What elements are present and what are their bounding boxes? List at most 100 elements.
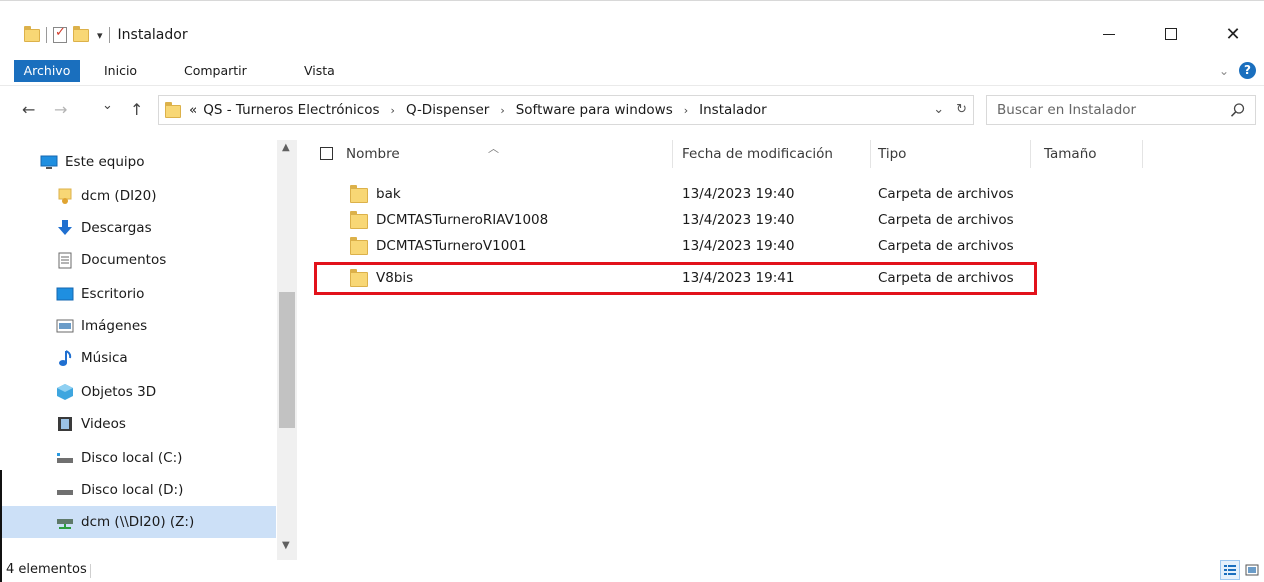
network-drive-icon (56, 514, 74, 530)
column-divider[interactable] (672, 140, 673, 168)
breadcrumb-chevron-icon[interactable]: › (684, 104, 688, 117)
column-divider[interactable] (870, 140, 871, 168)
breadcrumb-item[interactable]: Software para windows (516, 102, 673, 118)
sidebar-item-label: Descargas (81, 220, 152, 236)
column-header-label: Tamaño (1044, 146, 1097, 162)
forward-button[interactable]: → (54, 100, 67, 119)
table-row[interactable]: DCMTASTurneroV1001 13/4/2023 19:40 Carpe… (350, 234, 1030, 258)
sidebar-item-label: dcm (\\DI20) (Z:) (81, 514, 195, 530)
breadcrumb-chevron-icon[interactable]: › (500, 104, 504, 117)
sidebar-item-descargas[interactable]: Descargas (56, 212, 276, 244)
details-view-button[interactable] (1220, 560, 1240, 580)
column-header-tipo[interactable]: Tipo (878, 140, 1028, 168)
sidebar-item-imagenes[interactable]: Imágenes (56, 310, 276, 342)
column-header-label: Tipo (878, 146, 907, 162)
drive-icon (56, 450, 74, 466)
highlight-annotation-box (314, 262, 1037, 295)
sidebar-item-label: Este equipo (65, 154, 145, 170)
tab-archivo[interactable]: Archivo (14, 60, 80, 82)
sidebar-item-dcm[interactable]: dcm (DI20) (56, 180, 276, 212)
address-dropdown-icon[interactable]: ⌄ (933, 102, 944, 117)
desktop-icon (56, 286, 74, 302)
breadcrumb-item[interactable]: Instalador (699, 102, 767, 118)
table-row[interactable]: bak 13/4/2023 19:40 Carpeta de archivos (350, 182, 1030, 206)
properties-icon[interactable] (53, 25, 67, 43)
sidebar-item-dcm-z[interactable]: dcm (\\DI20) (Z:) (0, 506, 276, 538)
user-folder-icon (56, 188, 74, 204)
scroll-up-icon[interactable]: ▲ (282, 142, 290, 153)
up-button[interactable]: ↑ (130, 100, 143, 119)
sidebar-item-escritorio[interactable]: Escritorio (56, 278, 276, 310)
sidebar-item-musica[interactable]: Música (56, 342, 276, 374)
sidebar-item-label: Escritorio (81, 286, 145, 302)
ribbon-tabs: Archivo Inicio Compartir Vista ⌄ ? (0, 56, 1264, 86)
file-name: DCMTASTurneroV1001 (376, 238, 527, 254)
sidebar-scrollbar-thumb[interactable] (279, 292, 295, 428)
address-bar[interactable]: « QS - Turneros Electrónicos › Q-Dispens… (158, 95, 974, 125)
column-divider[interactable] (1030, 140, 1031, 168)
breadcrumb-item[interactable]: Q-Dispenser (406, 102, 489, 118)
column-header-nombre[interactable]: Nombre (346, 140, 676, 168)
maximize-button[interactable] (1140, 17, 1202, 51)
window-controls: ✕ (1078, 17, 1264, 51)
maximize-icon (1165, 28, 1177, 40)
navigation-bar: ← → ⌄ ↑ « QS - Turneros Electrónicos › Q… (0, 92, 1264, 128)
search-icon[interactable] (1230, 102, 1246, 118)
3d-objects-icon (56, 384, 74, 400)
sidebar-item-label: Disco local (D:) (81, 482, 184, 498)
breadcrumb-item[interactable]: QS - Turneros Electrónicos (203, 102, 379, 118)
toolbar-separator (46, 27, 47, 43)
tab-vista[interactable]: Vista (304, 60, 335, 82)
details-view-icon (1224, 565, 1236, 575)
file-date: 13/4/2023 19:40 (682, 238, 795, 254)
close-button[interactable]: ✕ (1202, 17, 1264, 51)
window-title: Instalador (117, 27, 188, 43)
expand-ribbon-chevron-icon[interactable]: ⌄ (1219, 64, 1229, 78)
refresh-icon[interactable]: ↻ (956, 102, 967, 117)
minimize-button[interactable] (1078, 17, 1140, 51)
large-icons-view-button[interactable] (1242, 560, 1262, 580)
sidebar-item-label: Videos (81, 416, 126, 432)
back-button[interactable]: ← (22, 100, 35, 119)
file-name: bak (376, 186, 401, 202)
help-icon[interactable]: ? (1239, 62, 1256, 79)
pictures-icon (56, 318, 74, 334)
file-type: Carpeta de archivos (878, 212, 1014, 228)
column-header-tamano[interactable]: Tamaño (1044, 140, 1144, 168)
sidebar-item-disco-c[interactable]: Disco local (C:) (56, 442, 276, 474)
sidebar-item-disco-d[interactable]: Disco local (D:) (56, 474, 276, 506)
breadcrumb-overflow[interactable]: « (189, 102, 197, 118)
column-header-fecha[interactable]: Fecha de modificación (682, 140, 872, 168)
column-header-label: Fecha de modificación (682, 146, 833, 162)
tab-inicio[interactable]: Inicio (104, 60, 137, 82)
select-all-checkbox[interactable] (320, 147, 333, 160)
sidebar-item-label: Disco local (C:) (81, 450, 183, 466)
search-box[interactable]: Buscar en Instalador (986, 95, 1256, 125)
sidebar-item-videos[interactable]: Videos (56, 408, 276, 440)
videos-icon (56, 416, 74, 432)
folder-icon (165, 102, 181, 118)
recent-locations-dropdown[interactable]: ⌄ (102, 98, 113, 113)
scroll-down-icon[interactable]: ▼ (282, 540, 290, 551)
file-date: 13/4/2023 19:40 (682, 212, 795, 228)
customize-toolbar-dropdown[interactable]: ▾ (97, 29, 103, 42)
new-folder-icon[interactable] (73, 25, 89, 42)
file-name: DCMTASTurneroRIAV1008 (376, 212, 549, 228)
column-divider[interactable] (1142, 140, 1143, 168)
download-icon (56, 220, 74, 236)
search-placeholder: Buscar en Instalador (997, 102, 1137, 118)
documents-icon (56, 252, 74, 268)
folder-icon (350, 211, 368, 229)
sidebar-item-label: Música (81, 350, 128, 366)
minimize-icon (1103, 33, 1115, 35)
folder-icon[interactable] (24, 25, 40, 42)
file-date: 13/4/2023 19:40 (682, 186, 795, 202)
tab-compartir[interactable]: Compartir (184, 60, 247, 82)
breadcrumb-chevron-icon[interactable]: › (391, 104, 395, 117)
sidebar-item-este-equipo[interactable]: Este equipo (40, 146, 276, 178)
sidebar-item-documentos[interactable]: Documentos (56, 244, 276, 276)
large-icons-view-icon (1245, 564, 1259, 576)
navigation-pane: Este equipo dcm (DI20) Descargas Documen… (0, 140, 298, 560)
sidebar-item-objetos-3d[interactable]: Objetos 3D (56, 376, 276, 408)
table-row[interactable]: DCMTASTurneroRIAV1008 13/4/2023 19:40 Ca… (350, 208, 1030, 232)
